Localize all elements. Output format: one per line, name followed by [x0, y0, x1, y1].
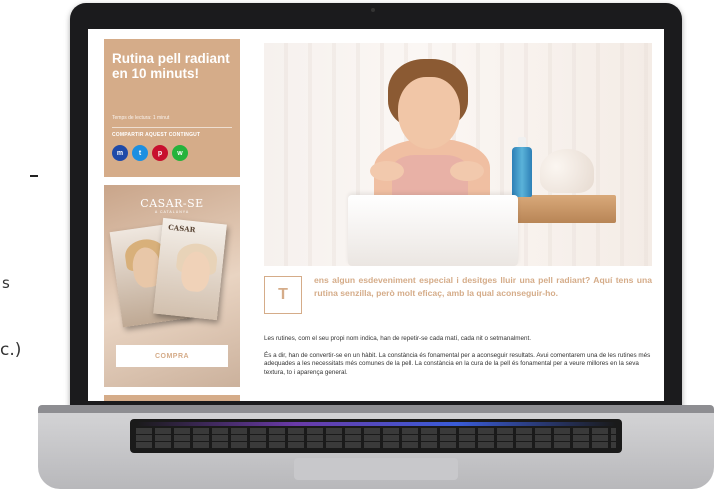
article-paragraph: És a dir, han de convertir-se en un hàbi…	[264, 352, 651, 376]
magazine-cover-logo: CASAR	[167, 222, 196, 235]
woman-face	[398, 77, 460, 149]
article-title-card: Rutina pell radiant en 10 minuts! Temps …	[104, 39, 240, 177]
divider	[112, 127, 232, 128]
drop-cap: T	[264, 276, 302, 314]
camera-icon	[371, 8, 375, 12]
background-text-fragment: c.)	[0, 340, 22, 360]
share-label: COMPARTIR AQUEST CONTINGUT	[112, 132, 201, 138]
reading-time: Temps de lectura: 1 minut	[112, 115, 170, 121]
article-paragraph: Les rutines, com el seu propi nom indica…	[264, 335, 532, 342]
keyboard	[130, 419, 622, 453]
laptop-lid: Rutina pell radiant en 10 minuts! Temps …	[70, 3, 682, 421]
ad-brand-logo: CASAR-SE	[140, 197, 204, 210]
messenger-icon[interactable]: m	[112, 145, 128, 161]
skincare-bottle	[512, 147, 532, 197]
buy-button[interactable]: COMPRA	[116, 345, 228, 367]
magazine-ad[interactable]: CASAR-SE A CATALUNYA CASAR COMPRA	[104, 185, 240, 387]
coral-decoration	[540, 149, 594, 193]
laptop-screen: Rutina pell radiant en 10 minuts! Temps …	[88, 29, 664, 401]
trackpad	[294, 458, 458, 480]
share-buttons: m t p w	[112, 145, 188, 161]
laptop-base	[38, 405, 714, 489]
whatsapp-icon[interactable]: w	[172, 145, 188, 161]
ad-tagline: A CATALUNYA	[154, 210, 190, 214]
background-text-fragment: s	[2, 274, 10, 292]
hero-image	[264, 43, 652, 266]
twitter-icon[interactable]: t	[132, 145, 148, 161]
sidebar-card	[104, 395, 240, 401]
background-dash	[30, 175, 38, 177]
article-title: Rutina pell radiant en 10 minuts!	[112, 51, 230, 81]
article-intro: ens algun esdeveniment especial i desitg…	[314, 275, 652, 298]
pinterest-icon[interactable]: p	[152, 145, 168, 161]
washbasin	[348, 195, 518, 266]
magazine-image: CASAR	[153, 217, 227, 321]
touch-bar	[136, 422, 616, 426]
